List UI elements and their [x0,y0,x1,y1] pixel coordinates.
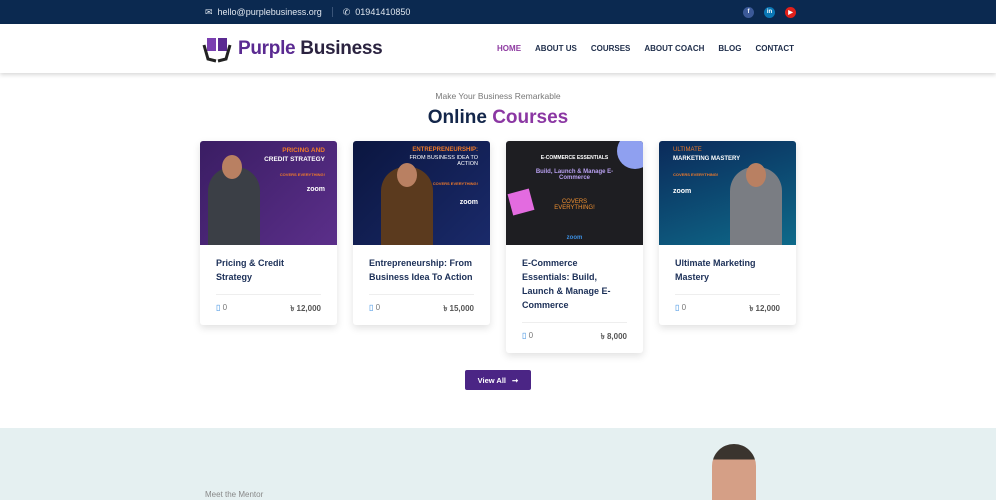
course-price: ৳ 12,000 [290,304,321,313]
divider [675,294,780,295]
banner-line: COVERS EVERYTHING! [673,172,719,177]
mentor-label: Meet the Mentor [205,490,264,499]
course-list: PRICING AND CREDIT STRATEGY COVERS EVERY… [200,141,796,353]
divider [522,322,627,323]
title-part-1: Online [427,107,487,128]
students-count: ▯ 0 [216,303,227,316]
course-card[interactable]: E-COMMERCE ESSENTIALS Build, Launch & Ma… [506,141,643,353]
logo-icon [202,37,232,62]
nav-home[interactable]: HOME [497,44,521,53]
logo[interactable]: Purple Business [202,35,383,63]
book-icon: ▯ [675,303,680,312]
course-card[interactable]: ULTIMATE MARKETING MASTERY COVERS EVERYT… [659,141,796,325]
course-card[interactable]: PRICING AND CREDIT STRATEGY COVERS EVERY… [200,141,337,325]
course-price: ৳ 12,000 [749,304,780,313]
nav-blog[interactable]: BLOG [718,44,741,53]
facebook-icon[interactable]: f [743,6,754,18]
phone-text: 01941410850 [355,7,411,17]
mail-icon: ✉ [205,6,213,17]
banner-line: ENTREPRENEURSHIP: [412,147,478,153]
banner-line: E-COMMERCE ESSENTIALS [540,155,609,161]
students-count: ▯ 0 [369,303,380,316]
title-part-2: Courses [492,107,569,128]
banner-line: PRICING AND [282,147,325,154]
course-card[interactable]: ENTREPRENEURSHIP: FROM BUSINESS IDEA TO … [353,141,490,325]
banner-line: zoom [306,186,325,193]
nav-contact[interactable]: CONTACT [755,44,794,53]
banner-line: Build, Launch & Manage E-Commerce [535,169,614,181]
divider [369,294,474,295]
email-text: hello@purplebusiness.org [217,7,322,17]
course-thumbnail[interactable]: PRICING AND CREDIT STRATEGY COVERS EVERY… [200,141,337,245]
students-value: 0 [222,303,228,312]
students-value: 0 [681,303,687,312]
course-title[interactable]: Ultimate Marketing Mastery [675,256,780,284]
students-count: ▯ 0 [522,331,533,344]
course-title[interactable]: Pricing & Credit Strategy [216,256,321,284]
course-price: ৳ 8,000 [600,332,627,341]
top-bar: ✉ hello@purplebusiness.org ✆ 01941410850 f… [0,0,996,24]
banner-line: MARKETING MASTERY [673,156,741,162]
section-subtitle: Make Your Business Remarkable [435,91,561,101]
divider [216,294,321,295]
nav-courses[interactable]: COURSES [591,44,631,53]
banner-line: COVERS EVERYTHING! [279,172,325,177]
section-title: Online Courses [0,107,996,129]
main-nav: HOME ABOUT US COURSES ABOUT COACH BLOG C… [497,44,794,53]
book-icon: ▯ [216,303,221,312]
mentor-section: Meet the Mentor [0,428,996,500]
course-thumbnail[interactable]: ULTIMATE MARKETING MASTERY COVERS EVERYT… [659,141,796,245]
banner-line: ULTIMATE [673,147,702,153]
view-all-button[interactable]: View All ➞ [465,370,531,390]
students-value: 0 [375,303,381,312]
course-thumbnail[interactable]: E-COMMERCE ESSENTIALS Build, Launch & Ma… [506,141,643,245]
course-price: ৳ 15,000 [443,304,474,313]
linkedin-icon[interactable]: in [764,6,775,18]
view-all-label: View All [477,375,507,385]
course-thumbnail[interactable]: ENTREPRENEURSHIP: FROM BUSINESS IDEA TO … [353,141,490,245]
nav-about-us[interactable]: ABOUT US [535,44,577,53]
logo-word-2: Business [295,37,383,59]
divider [331,7,333,17]
students-count: ▯ 0 [675,303,686,316]
students-value: 0 [528,331,534,340]
email-link[interactable]: ✉ hello@purplebusiness.org [205,7,322,18]
nav-about-coach[interactable]: ABOUT COACH [644,44,704,53]
book-icon: ▯ [369,303,374,312]
course-title[interactable]: E-Commerce Essentials: Build, Launch & M… [522,256,627,312]
course-title[interactable]: Entrepreneurship: From Business Idea To … [369,256,474,284]
youtube-icon[interactable]: ▶ [785,6,796,18]
banner-line: zoom [673,188,692,195]
banner-line: zoom [566,235,583,241]
arrow-right-icon: ➞ [512,375,519,385]
banner-line: COVERS EVERYTHING! [554,199,595,211]
phone-link[interactable]: ✆ 01941410850 [343,7,411,18]
mentor-photo [712,444,756,500]
banner-line: FROM BUSINESS IDEA TO ACTION [409,155,478,167]
phone-icon: ✆ [342,6,351,17]
banner-line: COVERS EVERYTHING! [432,181,478,186]
header: Purple Business HOME ABOUT US COURSES AB… [0,24,996,73]
banner-line: zoom [459,199,478,206]
banner-line: CREDIT STRATEGY [264,156,325,163]
book-icon: ▯ [522,331,527,340]
logo-word-1: Purple [238,37,296,59]
